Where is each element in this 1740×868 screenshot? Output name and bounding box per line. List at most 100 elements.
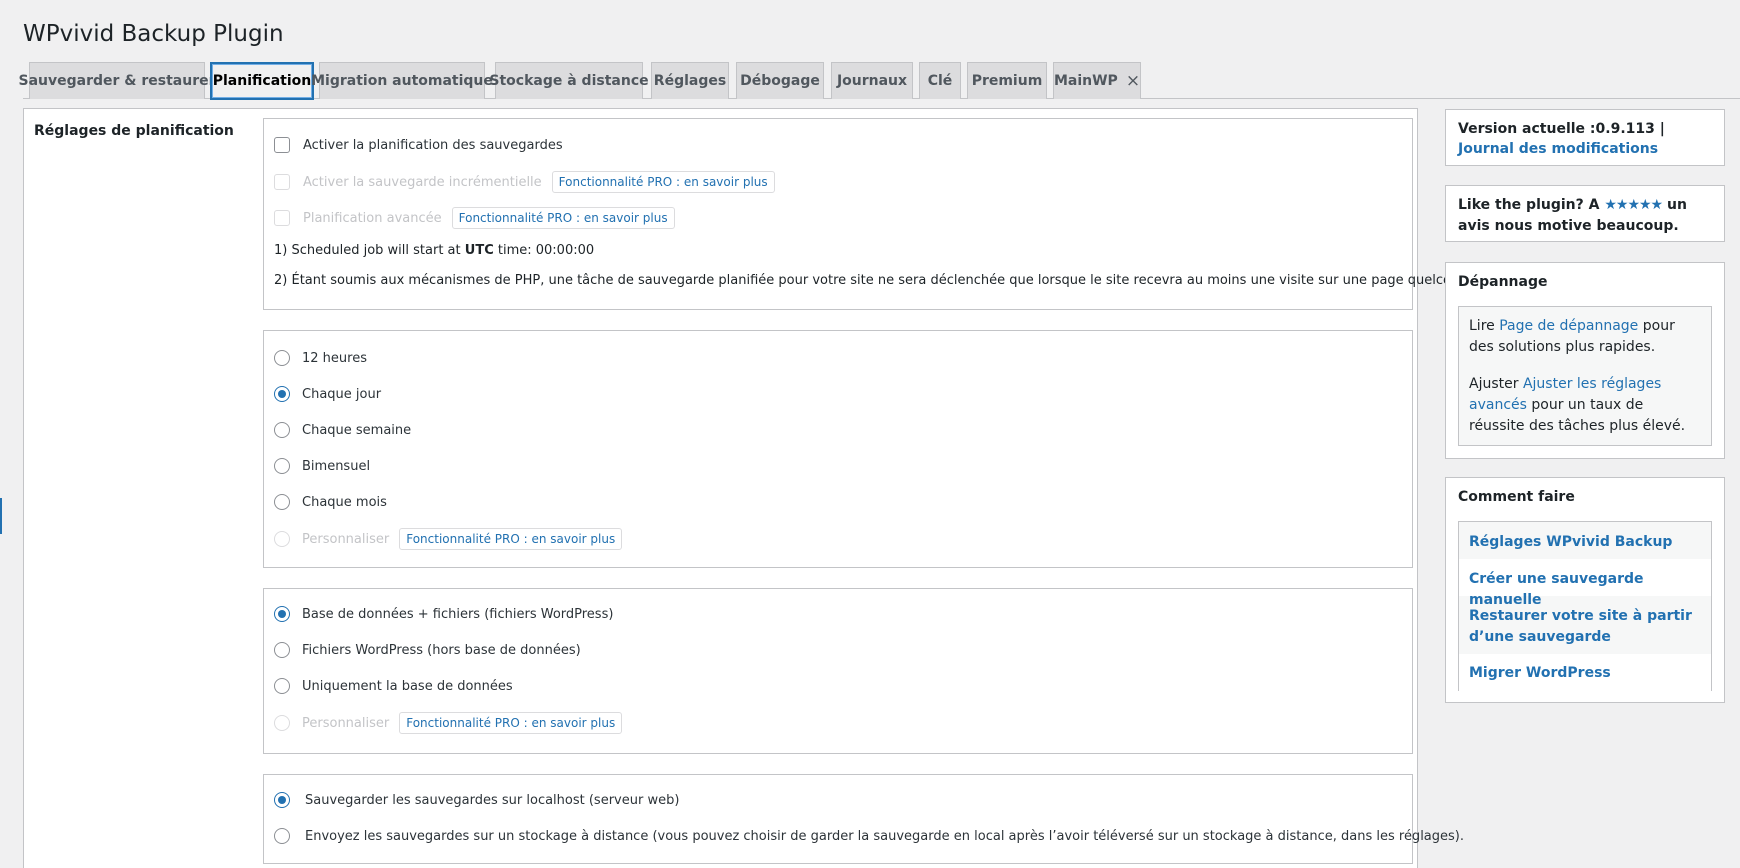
howto-link[interactable]: Réglages WPvivid Backup: [1459, 522, 1711, 559]
tab-planification[interactable]: Planification: [210, 62, 314, 100]
troubleshooting-title: Dépannage: [1458, 274, 1548, 290]
rating-prefix: Like the plugin? A: [1458, 197, 1605, 213]
version-box: Version actuelle :0.9.113 | Journal des …: [1445, 109, 1725, 166]
changelog-link[interactable]: Journal des modifications: [1458, 139, 1658, 160]
item-text: Ajuster: [1469, 376, 1523, 392]
schedule-enable-box: Activer la planification des sauvegardes…: [263, 118, 1488, 310]
pro-feature-link[interactable]: Fonctionnalité PRO : en savoir plus: [399, 528, 623, 550]
page-title: WPvivid Backup Plugin: [23, 21, 284, 47]
option-label: Chaque mois: [302, 494, 387, 510]
note-text: 1) Scheduled job will start at: [274, 243, 465, 258]
tab-reglages[interactable]: Réglages: [651, 62, 729, 99]
link-text: Restaurer votre site à partir d’une sauv…: [1469, 608, 1692, 645]
tab-label: MainWP: [1053, 73, 1118, 89]
tab-sauvegarder-restaurer[interactable]: Sauvegarder & restaurer: [19, 62, 216, 99]
enable-incremental-option: Activer la sauvegarde incrémentielle Fon…: [274, 171, 775, 193]
backup-content-box: Base de données + fichiers (fichiers Wor…: [263, 588, 1413, 754]
advanced-schedule-checkbox: [274, 210, 290, 226]
backup-destination-box: Sauvegarder les sauvegardes sur localhos…: [263, 774, 1464, 864]
howto-list: Réglages WPvivid Backup Créer une sauveg…: [1458, 521, 1712, 691]
content-option-custom: Personnaliser Fonctionnalité PRO : en sav…: [274, 712, 623, 734]
tab-label: Premium: [971, 73, 1043, 89]
troubleshooting-item: Ajuster Ajuster les réglages avancés pou…: [1459, 374, 1711, 437]
radio-button[interactable]: [274, 678, 290, 694]
option-label: Activer la planification des sauvegardes: [303, 137, 563, 153]
troubleshooting-item: Lire Page de dépannage pour des solution…: [1459, 316, 1711, 358]
tab-mainwp[interactable]: MainWP ×: [1053, 62, 1141, 99]
option-label: 12 heures: [302, 350, 367, 366]
frequency-option[interactable]: Chaque jour: [274, 386, 381, 402]
option-label: Personnaliser: [302, 531, 390, 547]
radio-button[interactable]: [274, 422, 290, 438]
tab-journaux[interactable]: Journaux: [831, 62, 913, 99]
frequency-option[interactable]: Chaque mois: [274, 494, 387, 510]
pro-feature-link[interactable]: Fonctionnalité PRO : en savoir plus: [451, 207, 675, 229]
content-option[interactable]: Fichiers WordPress (hors base de données…: [274, 642, 581, 658]
radio-button[interactable]: [274, 350, 290, 366]
howto-box: Comment faire Réglages WPvivid Backup Cr…: [1445, 477, 1725, 703]
option-label: Fichiers WordPress (hors base de données…: [302, 642, 581, 658]
option-label: Base de données + fichiers (fichiers Wor…: [302, 606, 614, 622]
destination-option[interactable]: Sauvegarder les sauvegardes sur localhos…: [274, 792, 679, 808]
howto-link[interactable]: Restaurer votre site à partir d’une sauv…: [1459, 596, 1711, 654]
tab-label: Migration automatique: [311, 73, 493, 89]
enable-schedule-option[interactable]: Activer la planification des sauvegardes: [274, 137, 563, 153]
radio-button: [274, 715, 290, 731]
howto-title: Comment faire: [1458, 489, 1575, 505]
tab-debogage[interactable]: Débogage: [736, 62, 824, 99]
tab-premium[interactable]: Premium: [967, 62, 1047, 99]
tab-label: Sauvegarder & restaurer: [18, 73, 216, 89]
radio-button[interactable]: [274, 828, 290, 844]
troubleshooting-page-link[interactable]: Page de dépannage: [1499, 318, 1638, 334]
radio-button: [274, 531, 290, 547]
troubleshooting-list: Lire Page de dépannage pour des solution…: [1458, 306, 1712, 446]
content-option[interactable]: Base de données + fichiers (fichiers Wor…: [274, 606, 613, 622]
star-rating-link[interactable]: ★★★★★: [1604, 197, 1663, 213]
howto-link[interactable]: Créer une sauvegarde manuelle: [1459, 559, 1711, 608]
radio-button[interactable]: [274, 458, 290, 474]
option-label: Envoyez les sauvegardes sur un stockage …: [305, 828, 1464, 844]
radio-button[interactable]: [274, 386, 290, 402]
option-label: Chaque semaine: [302, 422, 412, 438]
radio-button[interactable]: [274, 494, 290, 510]
close-icon[interactable]: ×: [1126, 71, 1140, 91]
troubleshooting-box: Dépannage Lire Page de dépannage pour de…: [1445, 262, 1725, 459]
radio-button[interactable]: [274, 606, 290, 622]
pro-feature-link[interactable]: Fonctionnalité PRO : en savoir plus: [551, 171, 775, 193]
option-label: Activer la sauvegarde incrémentielle: [303, 174, 542, 190]
radio-button[interactable]: [274, 792, 290, 808]
option-label: Sauvegarder les sauvegardes sur localhos…: [305, 792, 680, 808]
nav-tabs: Sauvegarder & restaurer Planification Mi…: [19, 62, 1740, 100]
tab-label: Débogage: [740, 73, 820, 89]
schedule-note-utc: 1) Scheduled job will start at UTC time:…: [274, 243, 594, 258]
advanced-schedule-option: Planification avancée Fonctionnalité PRO…: [274, 207, 675, 229]
frequency-option[interactable]: 12 heures: [274, 350, 367, 366]
note-text: time: 00:00:00: [493, 243, 595, 258]
pro-feature-link[interactable]: Fonctionnalité PRO : en savoir plus: [399, 712, 623, 734]
content-option[interactable]: Uniquement la base de données: [274, 678, 513, 694]
rating-box: Like the plugin? A ★★★★★ un avis nous mo…: [1445, 185, 1725, 242]
rating-text: Like the plugin? A ★★★★★ un avis nous mo…: [1458, 195, 1716, 237]
section-label: Réglages de planification: [34, 123, 234, 139]
tab-cle[interactable]: Clé: [919, 62, 961, 99]
tab-stockage-distance[interactable]: Stockage à distance: [489, 62, 649, 99]
tab-label: Planification: [212, 73, 312, 89]
option-label: Planification avancée: [303, 210, 442, 226]
tab-label: Réglages: [653, 73, 727, 89]
tab-label: Clé: [927, 73, 953, 89]
option-label: Chaque jour: [302, 386, 382, 402]
option-label: Personnaliser: [302, 715, 390, 731]
link-text: Réglages WPvivid Backup: [1469, 534, 1673, 550]
tab-label: Stockage à distance: [489, 73, 649, 89]
option-label: Uniquement la base de données: [302, 678, 513, 694]
frequency-option[interactable]: Bimensuel: [274, 458, 370, 474]
radio-button[interactable]: [274, 642, 290, 658]
tab-migration-automatique[interactable]: Migration automatique: [311, 62, 493, 99]
frequency-option[interactable]: Chaque semaine: [274, 422, 411, 438]
frequency-box: 12 heures Chaque jour Chaque semaine Bim…: [263, 330, 1413, 568]
enable-schedule-checkbox[interactable]: [274, 137, 290, 153]
howto-link[interactable]: Migrer WordPress: [1459, 654, 1711, 691]
schedule-note-php: 2) Étant soumis aux mécanismes de PHP, u…: [274, 273, 1488, 288]
destination-option[interactable]: Envoyez les sauvegardes sur un stockage …: [274, 828, 1464, 844]
option-label: Bimensuel: [302, 458, 371, 474]
